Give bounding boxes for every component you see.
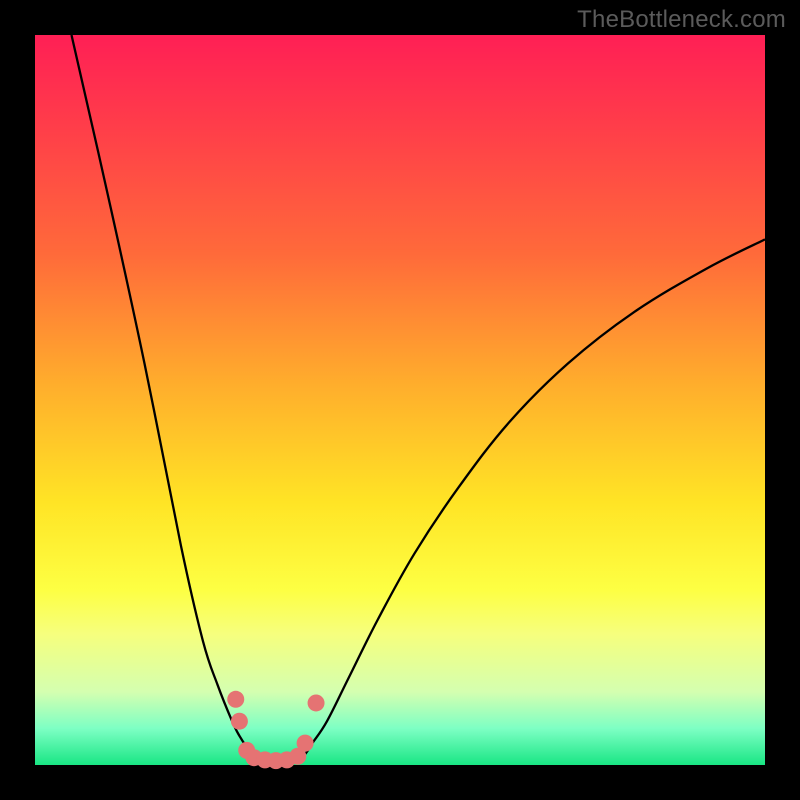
curve-layer [35,35,765,765]
chart-frame: TheBottleneck.com [0,0,800,800]
series-lines [72,35,766,758]
attribution-label: TheBottleneck.com [577,6,786,34]
dip-markers [227,691,324,769]
plot-area [35,35,765,765]
right-branch-path [298,239,765,757]
dip-marker [231,713,248,730]
dip-marker [297,735,314,752]
dip-marker [227,691,244,708]
dip-marker [308,694,325,711]
left-branch-path [72,35,262,758]
